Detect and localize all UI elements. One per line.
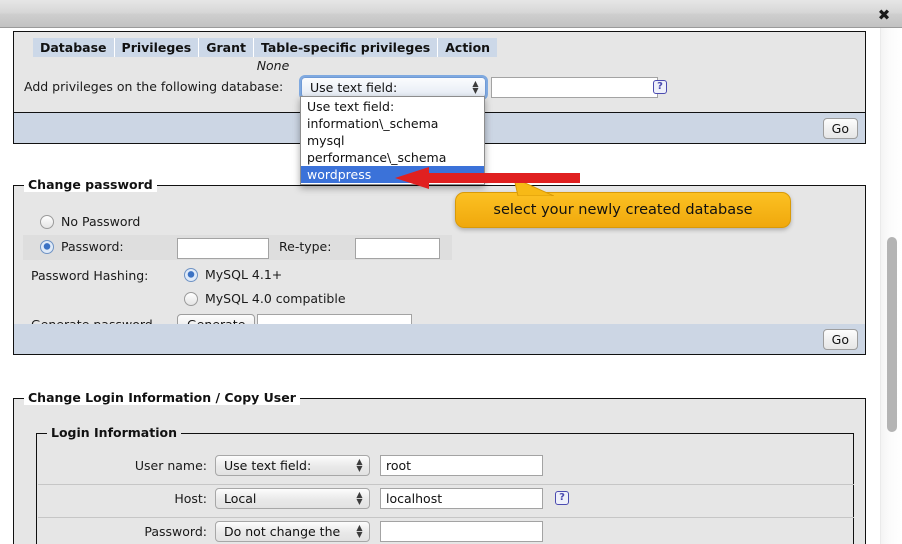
privileges-table-header: Database Privileges Grant Table-specific… bbox=[33, 38, 498, 57]
column-header-grant: Grant bbox=[199, 38, 254, 57]
column-header-database: Database bbox=[33, 38, 115, 57]
row-label-username: User name: bbox=[134, 458, 207, 473]
login-information-panel: Login Information User name: Use text fi… bbox=[36, 425, 854, 544]
go-button-privileges[interactable]: Go bbox=[822, 118, 858, 139]
host-input[interactable]: localhost bbox=[380, 488, 543, 509]
row-label-host: Host: bbox=[174, 491, 207, 506]
change-password-legend: Change password bbox=[24, 177, 157, 192]
help-icon[interactable]: ? bbox=[653, 80, 667, 94]
annotation-callout: select your newly created database bbox=[455, 192, 791, 228]
username-input[interactable]: root bbox=[380, 455, 543, 476]
scrollbar-thumb[interactable] bbox=[887, 237, 897, 432]
label-retype: Re-type: bbox=[279, 239, 332, 254]
host-select-value: Local bbox=[224, 491, 257, 506]
password-input[interactable] bbox=[177, 238, 269, 259]
retype-password-input[interactable] bbox=[355, 238, 440, 259]
chevron-updown-icon: ▲ ▼ bbox=[356, 523, 363, 539]
radio-no-password[interactable] bbox=[40, 215, 54, 229]
host-select[interactable]: Local ▲ ▼ bbox=[215, 488, 370, 509]
login-password-select-value: Do not change the bbox=[224, 524, 341, 539]
phpmyadmin-user-privileges-window: ✖ Database Privileges Grant Table-specif… bbox=[0, 0, 902, 544]
row-separator bbox=[38, 484, 854, 485]
label-no-password: No Password bbox=[61, 214, 141, 229]
chevron-updown-icon: ▲ ▼ bbox=[356, 490, 363, 506]
chevron-updown-icon: ▲ ▼ bbox=[356, 457, 363, 473]
username-select[interactable]: Use text field: ▲ ▼ bbox=[215, 455, 370, 476]
column-header-table-specific-privileges: Table-specific privileges bbox=[254, 38, 439, 57]
dropdown-option-performance-schema[interactable]: performance\_schema bbox=[301, 149, 484, 166]
close-icon[interactable]: ✖ bbox=[874, 6, 894, 24]
dropdown-option-information-schema[interactable]: information\_schema bbox=[301, 115, 484, 132]
radio-mysql-40[interactable] bbox=[184, 292, 198, 306]
dropdown-option-use-text-field[interactable]: Use text field: bbox=[301, 98, 484, 115]
radio-mysql-41[interactable] bbox=[184, 268, 198, 282]
column-header-privileges: Privileges bbox=[115, 38, 200, 57]
radio-password[interactable] bbox=[40, 240, 54, 254]
add-privileges-label: Add privileges on the following database… bbox=[24, 79, 284, 94]
go-button-change-password[interactable]: Go bbox=[822, 329, 858, 350]
help-icon[interactable]: ? bbox=[555, 491, 569, 505]
annotation-callout-text: select your newly created database bbox=[493, 202, 753, 218]
change-login-panel: Change Login Information / Copy User Log… bbox=[13, 390, 866, 544]
row-separator bbox=[38, 517, 854, 518]
privileges-empty-text: None bbox=[256, 58, 290, 73]
row-label-password: Password: bbox=[144, 524, 207, 539]
dropdown-option-mysql[interactable]: mysql bbox=[301, 132, 484, 149]
window-titlebar: ✖ bbox=[0, 0, 902, 28]
chevron-updown-icon: ▲ ▼ bbox=[472, 79, 479, 95]
label-password: Password: bbox=[61, 239, 124, 254]
username-select-value: Use text field: bbox=[224, 458, 312, 473]
database-select[interactable]: Use text field: ▲ ▼ bbox=[299, 75, 488, 100]
login-password-input[interactable] bbox=[380, 521, 543, 542]
login-password-select[interactable]: Do not change the ▲ ▼ bbox=[215, 521, 370, 542]
login-information-legend: Login Information bbox=[47, 425, 181, 440]
change-login-legend: Change Login Information / Copy User bbox=[24, 390, 300, 405]
database-text-input[interactable] bbox=[491, 77, 658, 98]
vertical-scrollbar[interactable] bbox=[880, 28, 902, 544]
change-password-go-bar: Go bbox=[13, 324, 866, 355]
annotation-arrow bbox=[395, 167, 580, 189]
label-mysql-41: MySQL 4.1+ bbox=[205, 267, 283, 282]
column-header-action: Action bbox=[445, 40, 491, 55]
label-password-hashing: Password Hashing: bbox=[31, 268, 149, 283]
database-select-value: Use text field: bbox=[310, 80, 398, 95]
label-mysql-40: MySQL 4.0 compatible bbox=[205, 291, 346, 306]
